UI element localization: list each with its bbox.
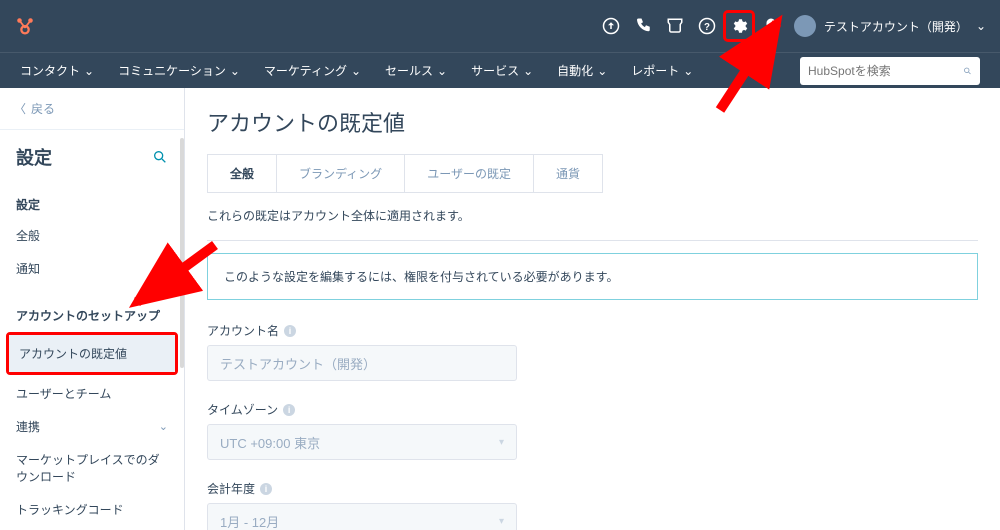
sidebar-item-privacy-consent[interactable]: プライバシーと同意 <box>0 526 184 530</box>
help-icon[interactable]: ? <box>698 17 716 35</box>
notifications-bell-icon[interactable] <box>762 17 780 35</box>
chevron-down-icon: ⌄ <box>523 64 533 78</box>
account-menu[interactable]: テストアカウント（開発） ⌄ <box>794 15 986 37</box>
sidebar-item-tracking-code[interactable]: トラッキングコード <box>0 493 184 526</box>
nav-reports[interactable]: レポート⌄ <box>631 62 693 79</box>
nav-communications[interactable]: コミュニケーション⌄ <box>118 62 240 79</box>
sidebar-item-account-defaults[interactable]: アカウントの既定値 <box>9 335 175 372</box>
tab-currency[interactable]: 通貨 <box>534 155 602 192</box>
chevron-down-icon: ▾ <box>499 437 504 448</box>
nav-sales[interactable]: セールス⌄ <box>385 62 447 79</box>
tab-branding[interactable]: ブランディング <box>277 155 405 192</box>
avatar <box>794 15 816 37</box>
back-button[interactable]: 〈 戻る <box>0 88 184 130</box>
search-icon[interactable] <box>152 149 168 165</box>
info-icon[interactable]: i <box>283 404 295 416</box>
hubspot-logo[interactable] <box>14 15 36 37</box>
sidebar-group-settings: 設定 <box>0 186 184 219</box>
sidebar-item-integrations[interactable]: 連携⌄ <box>0 410 184 443</box>
timezone-select: UTC +09:00 東京▾ <box>207 424 517 460</box>
divider <box>207 240 978 241</box>
info-icon[interactable]: i <box>284 325 296 337</box>
scrollbar[interactable] <box>180 138 184 368</box>
sidebar-item-users-teams[interactable]: ユーザーとチーム <box>0 377 184 410</box>
chevron-down-icon: ⌄ <box>437 64 447 78</box>
info-icon[interactable]: i <box>260 483 272 495</box>
fiscal-year-label: 会計年度 <box>207 480 255 497</box>
chevron-down-icon: ⌄ <box>351 64 361 78</box>
tab-general[interactable]: 全般 <box>208 155 277 192</box>
settings-gear-icon[interactable] <box>730 17 748 35</box>
account-name-input: テストアカウント（開発） <box>207 345 517 381</box>
sidebar-title: 設定 <box>16 144 52 170</box>
tab-user-defaults[interactable]: ユーザーの既定 <box>405 155 534 192</box>
annotation-sidebar-highlight: アカウントの既定値 <box>6 332 178 375</box>
settings-sidebar: 〈 戻る 設定 設定 全般 通知 アカウントのセットアップ アカウントの既定値 … <box>0 88 185 530</box>
tab-description: これらの既定はアカウント全体に適用されます。 <box>207 207 978 224</box>
global-search[interactable] <box>800 57 980 85</box>
nav-automation[interactable]: 自動化⌄ <box>557 62 607 79</box>
secondary-nav: コンタクト⌄ コミュニケーション⌄ マーケティング⌄ セールス⌄ サービス⌄ 自… <box>0 52 1000 88</box>
chevron-down-icon: ⌄ <box>230 64 240 78</box>
chevron-down-icon: ⌄ <box>683 64 693 78</box>
sidebar-item-general[interactable]: 全般 <box>0 219 184 252</box>
fiscal-year-select: 1月 - 12月▾ <box>207 503 517 530</box>
timezone-label: タイムゾーン <box>207 401 278 418</box>
marketplace-icon[interactable] <box>666 17 684 35</box>
page-title: アカウントの既定値 <box>207 106 978 138</box>
chevron-left-icon: 〈 <box>14 100 26 117</box>
sidebar-item-marketplace-downloads[interactable]: マーケットプレイスでのダウンロード <box>0 443 184 493</box>
svg-text:?: ? <box>704 22 710 33</box>
account-label: テストアカウント（開発） <box>824 18 968 35</box>
top-nav: ? テストアカウント（開発） ⌄ <box>0 0 1000 52</box>
chevron-down-icon: ⌄ <box>976 19 986 33</box>
nav-service[interactable]: サービス⌄ <box>471 62 533 79</box>
account-name-label: アカウント名 <box>207 322 279 339</box>
sidebar-item-notifications[interactable]: 通知 <box>0 252 184 285</box>
phone-icon[interactable] <box>634 17 652 35</box>
search-icon <box>963 64 972 78</box>
tabs: 全般 ブランディング ユーザーの既定 通貨 <box>207 154 603 193</box>
chevron-down-icon: ▾ <box>499 516 504 527</box>
sidebar-group-account-setup: アカウントのセットアップ <box>0 297 184 330</box>
nav-contacts[interactable]: コンタクト⌄ <box>20 62 94 79</box>
chevron-down-icon: ⌄ <box>84 64 94 78</box>
search-input[interactable] <box>808 64 963 78</box>
nav-marketing[interactable]: マーケティング⌄ <box>264 62 361 79</box>
chevron-down-icon: ⌄ <box>597 64 607 78</box>
permission-notice: このような設定を編集するには、権限を付与されている必要があります。 <box>207 253 978 300</box>
chevron-down-icon: ⌄ <box>159 420 168 433</box>
upgrade-icon[interactable] <box>602 17 620 35</box>
content-area: アカウントの既定値 全般 ブランディング ユーザーの既定 通貨 これらの既定はア… <box>185 88 1000 530</box>
